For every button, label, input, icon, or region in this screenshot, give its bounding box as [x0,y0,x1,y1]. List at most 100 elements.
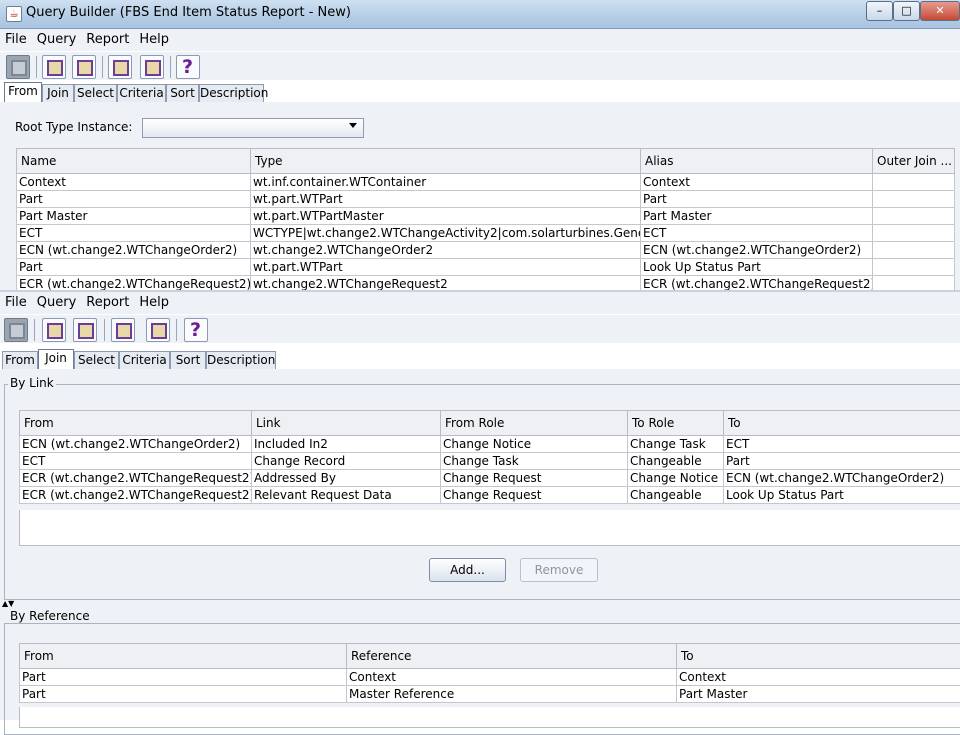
table-cell[interactable]: ECN (wt.change2.WTChangeOrder2) [724,470,960,487]
table-row[interactable]: ECR (wt.change2.WTChangeRequest2)Address… [20,470,960,487]
tab-from[interactable]: From [4,82,42,103]
split-arrows-icon[interactable]: ▲▼ [2,600,14,608]
table-cell[interactable]: Part [724,453,960,470]
table-cell[interactable]: ECT [20,453,252,470]
table-row[interactable]: Contextwt.inf.container.WTContainerConte… [17,174,955,191]
minimize-button[interactable]: – [866,1,893,21]
table-cell[interactable]: Change Request [441,470,628,487]
menu-help[interactable]: Help [134,292,174,314]
table-row[interactable]: ECN (wt.change2.WTChangeOrder2)wt.change… [17,242,955,259]
table-cell[interactable]: Part [641,191,873,208]
table-cell[interactable] [873,174,955,191]
table-cell[interactable]: Change Record [252,453,441,470]
table-cell[interactable]: Context [677,669,960,686]
tab-criteria[interactable]: Criteria [117,84,166,102]
table-cell[interactable]: ECT [724,436,960,453]
table-cell[interactable]: Change Request [441,487,628,504]
table-cell[interactable]: Changeable [628,487,724,504]
link-icon[interactable] [42,318,66,342]
table-cell[interactable]: ECT [641,225,873,242]
menu-file[interactable]: File [0,292,32,314]
tab-description[interactable]: Description [199,84,264,102]
table-row[interactable]: ECR (wt.change2.WTChangeRequest2)Relevan… [20,487,960,504]
table-cell[interactable]: wt.part.WTPart [251,191,641,208]
column-header[interactable]: Outer Join ... [873,149,955,174]
table-icon[interactable] [72,55,96,79]
list-icon[interactable] [111,318,135,342]
tab-sort[interactable]: Sort [166,84,199,102]
table-cell[interactable]: ECT [17,225,251,242]
tab-criteria[interactable]: Criteria [119,351,170,369]
menu-query[interactable]: Query [32,292,82,314]
table-cell[interactable]: Part [20,686,347,703]
help-icon[interactable]: ? [184,318,208,342]
table-row[interactable]: Part Masterwt.part.WTPartMasterPart Mast… [17,208,955,225]
table-row[interactable]: ECTWCTYPE|wt.change2.WTChangeActivity2|c… [17,225,955,242]
tab-join[interactable]: Join [42,84,74,102]
menu-help[interactable]: Help [134,29,174,51]
help-icon[interactable]: ? [176,55,200,79]
table-cell[interactable]: Relevant Request Data [252,487,441,504]
tab-select[interactable]: Select [74,351,119,369]
table-cell[interactable]: Part [20,669,347,686]
table-cell[interactable]: Context [641,174,873,191]
table-cell[interactable]: Master Reference [347,686,677,703]
table-cell[interactable]: wt.change2.WTChangeOrder2 [251,242,641,259]
close-button[interactable]: ✕ [920,1,960,21]
table-cell[interactable] [873,225,955,242]
table-cell[interactable]: ECN (wt.change2.WTChangeOrder2) [641,242,873,259]
table-cell[interactable]: Changeable [628,453,724,470]
list-icon[interactable] [108,55,132,79]
table-cell[interactable]: Look Up Status Part [641,259,873,276]
column-header[interactable]: From [20,411,252,436]
column-header[interactable]: From Role [441,411,628,436]
table-cell[interactable]: Look Up Status Part [724,487,960,504]
tab-from[interactable]: From [2,351,38,369]
table-cell[interactable]: Change Notice [441,436,628,453]
maximize-button[interactable]: □ [893,1,920,21]
column-header[interactable]: Link [252,411,441,436]
table-cell[interactable]: Part [17,259,251,276]
menu-report[interactable]: Report [81,29,134,51]
edit-icon[interactable] [146,318,170,342]
table-cell[interactable]: Addressed By [252,470,441,487]
table-cell[interactable]: Context [17,174,251,191]
table-cell[interactable]: Change Notice [628,470,724,487]
tab-join[interactable]: Join [38,349,74,370]
table-row[interactable]: ECTChange RecordChange TaskChangeablePar… [20,453,960,470]
table-cell[interactable]: Change Task [628,436,724,453]
tab-sort[interactable]: Sort [170,351,206,369]
table-cell[interactable]: ECN (wt.change2.WTChangeOrder2) [17,242,251,259]
column-header[interactable]: Reference [347,644,677,669]
table-cell[interactable]: Part Master [677,686,960,703]
table-cell[interactable]: ECN (wt.change2.WTChangeOrder2) [20,436,252,453]
table-cell[interactable]: Part [17,191,251,208]
tab-description[interactable]: Description [206,351,276,369]
table-cell[interactable]: Included In2 [252,436,441,453]
table-cell[interactable] [873,242,955,259]
table-row[interactable]: PartMaster ReferencePart Master [20,686,960,703]
table-cell[interactable]: ECR (wt.change2.WTChangeRequest2) [20,470,252,487]
table-cell[interactable]: ECR (wt.change2.WTChangeRequest2) [20,487,252,504]
tab-select[interactable]: Select [74,84,117,102]
table-row[interactable]: ECN (wt.change2.WTChangeOrder2)Included … [20,436,960,453]
save-icon[interactable] [4,318,28,342]
root-type-combo[interactable] [142,118,364,138]
table-cell[interactable] [873,208,955,225]
menu-file[interactable]: File [0,29,32,51]
table-cell[interactable]: wt.part.WTPartMaster [251,208,641,225]
table-cell[interactable]: Part Master [641,208,873,225]
column-header[interactable]: To [724,411,960,436]
table-cell[interactable]: wt.part.WTPart [251,259,641,276]
link-icon[interactable] [42,55,66,79]
table-row[interactable]: PartContextContext [20,669,960,686]
table-cell[interactable]: Part Master [17,208,251,225]
table-cell[interactable]: Context [347,669,677,686]
save-icon[interactable] [6,55,30,79]
table-row[interactable]: Partwt.part.WTPartPart [17,191,955,208]
table-cell[interactable]: wt.inf.container.WTContainer [251,174,641,191]
table-cell[interactable] [873,259,955,276]
menu-query[interactable]: Query [32,29,82,51]
add-button[interactable]: Add... [429,558,506,582]
column-header[interactable]: To Role [628,411,724,436]
